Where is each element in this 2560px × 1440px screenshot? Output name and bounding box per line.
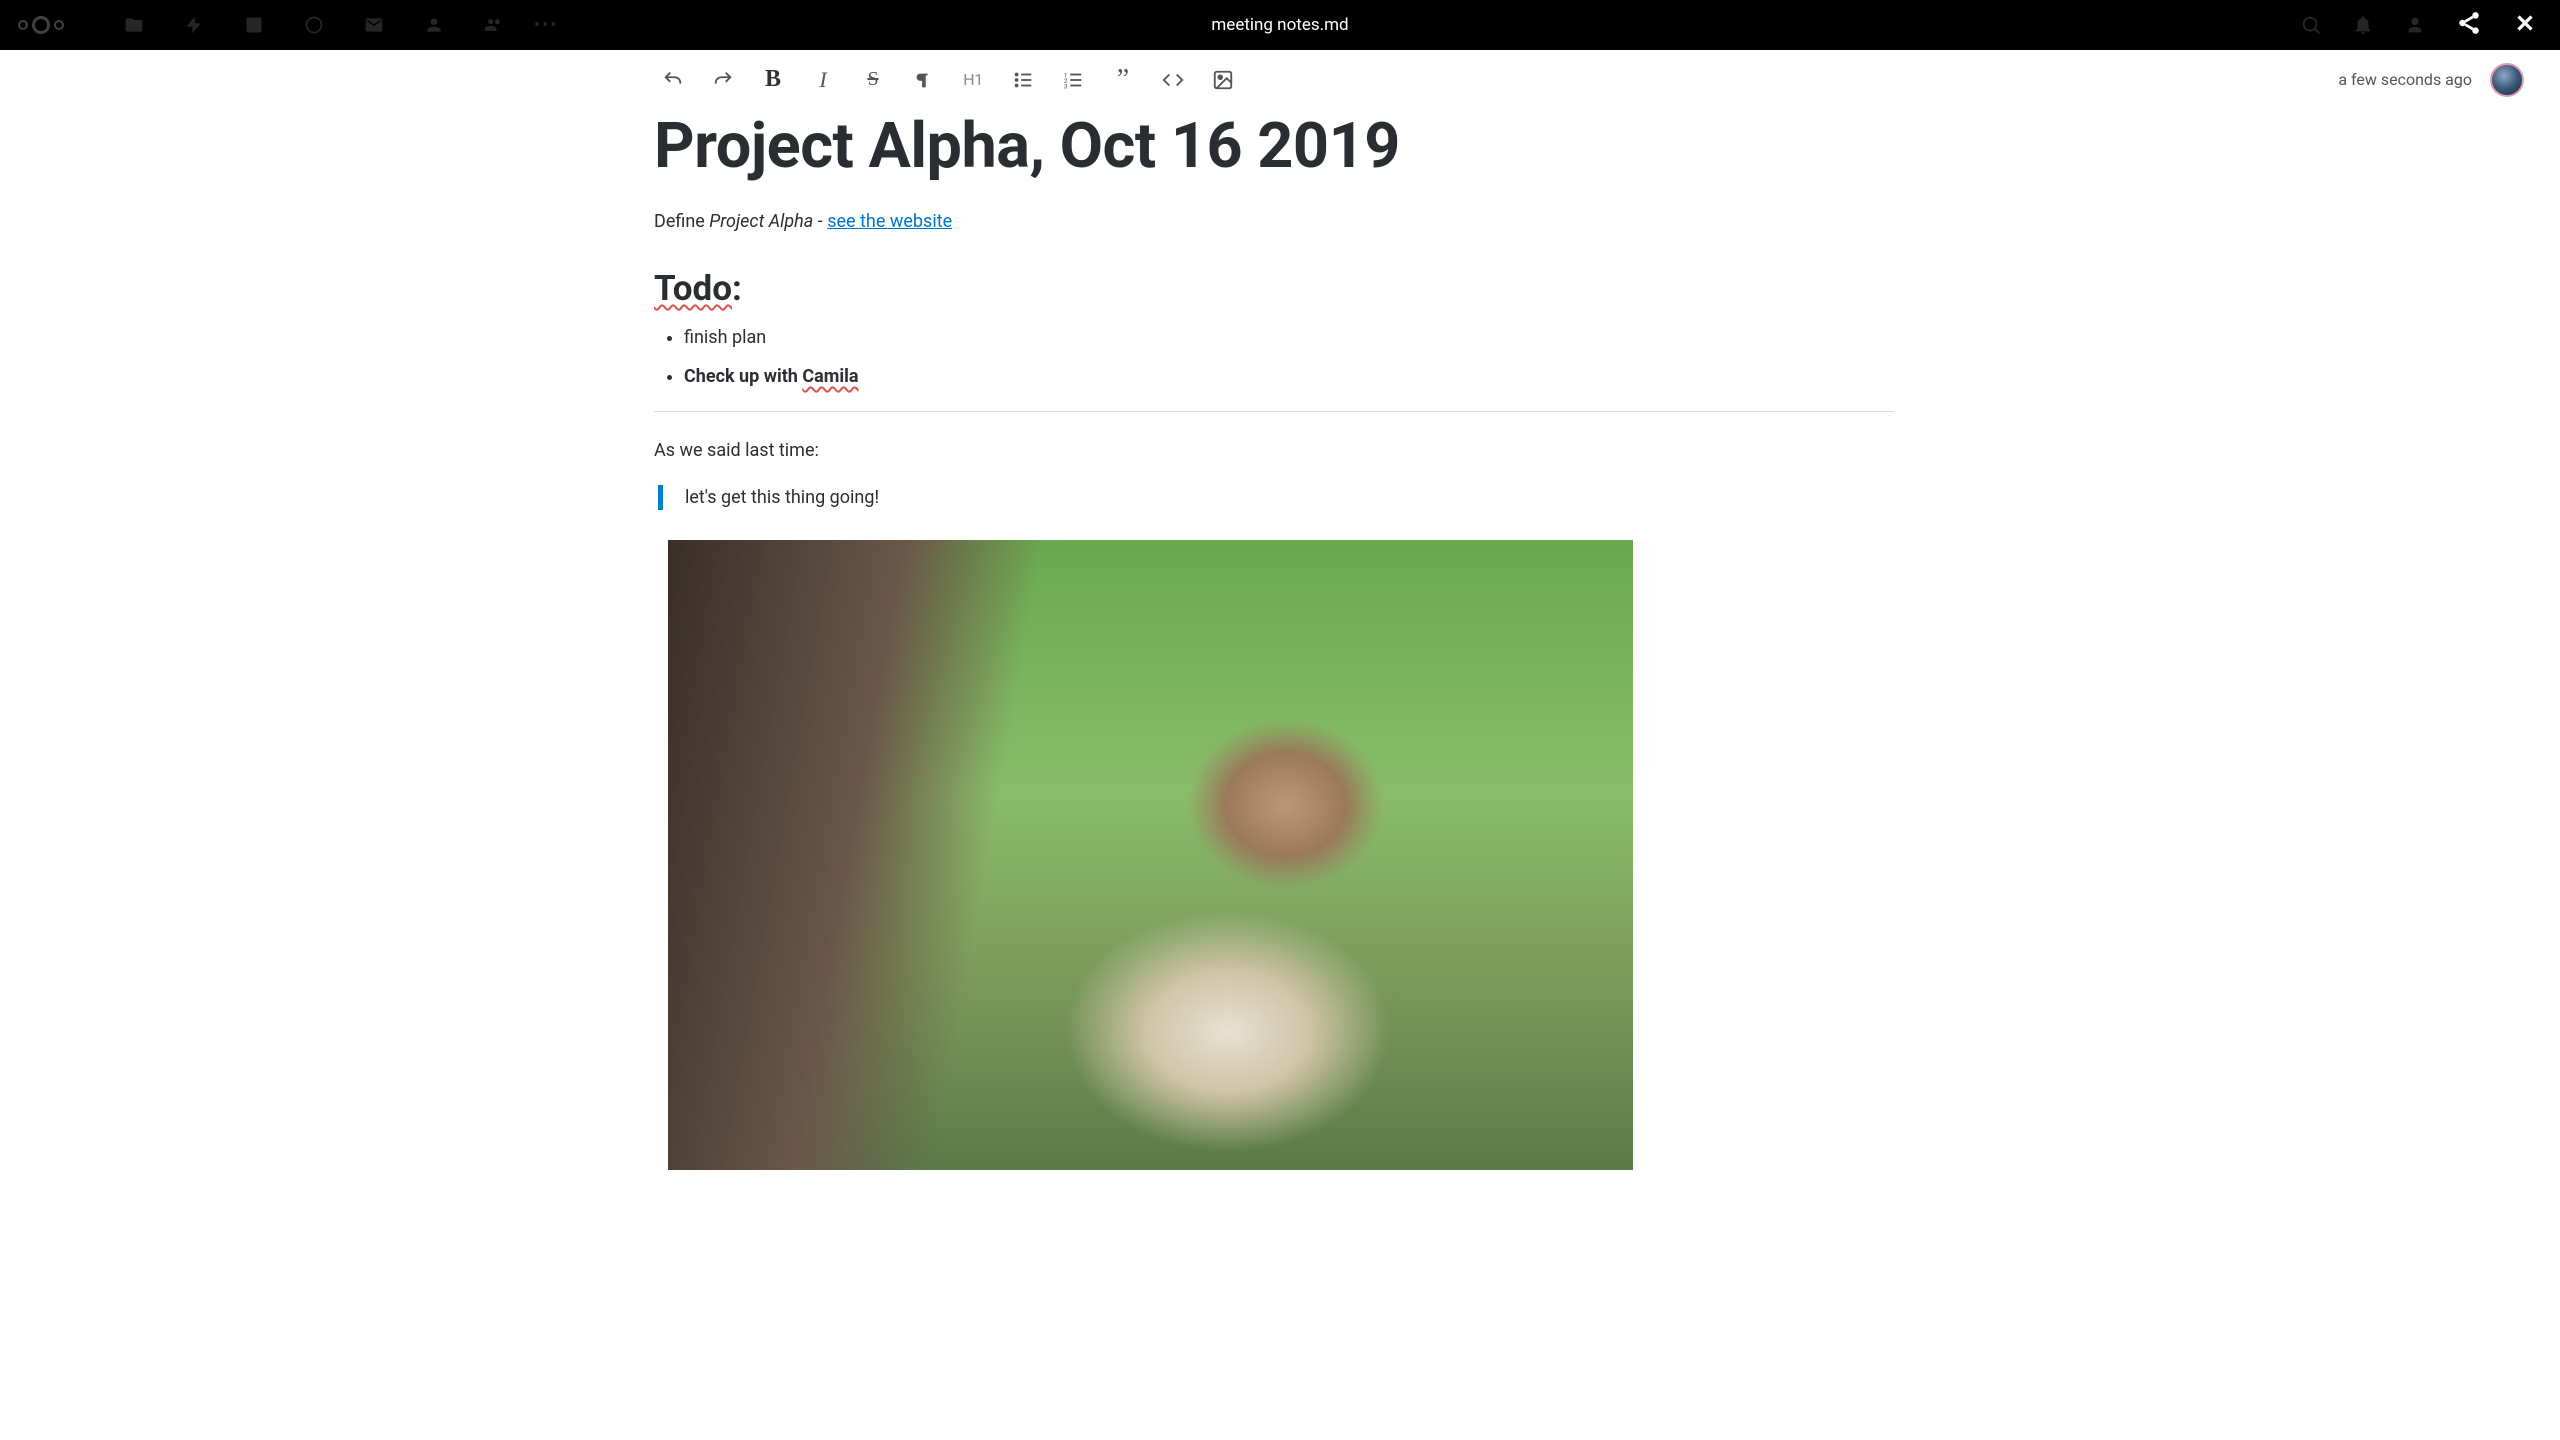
circle-icon[interactable] (304, 15, 324, 35)
svg-text:3: 3 (1064, 82, 1068, 90)
todo-heading[interactable]: Todo: (654, 268, 2500, 309)
intro-sep: - (813, 211, 827, 232)
paragraph-button[interactable] (898, 60, 948, 100)
strikethrough-button[interactable]: S (848, 60, 898, 100)
bold-button[interactable]: B (748, 60, 798, 100)
person-icon[interactable] (424, 15, 444, 35)
blockquote[interactable]: let's get this thing going! (658, 485, 2500, 510)
bell-icon[interactable] (2352, 14, 2374, 36)
intro-link[interactable]: see the website (827, 211, 952, 232)
app-header: ••• meeting notes.md (0, 0, 2560, 50)
nav-app-icons (124, 15, 504, 35)
todo-item[interactable]: finish plan (684, 327, 2500, 348)
embedded-image[interactable] (668, 540, 1633, 1170)
intro-prefix: Define (654, 211, 709, 232)
app-logo[interactable] (18, 16, 64, 34)
redo-button[interactable] (698, 60, 748, 100)
code-button[interactable] (1148, 60, 1198, 100)
todo-item[interactable]: Check up with Camila (684, 366, 2500, 387)
intro-line[interactable]: Define Project Alpha - see the website (654, 211, 2500, 232)
heading-button[interactable]: H1 (948, 60, 998, 100)
paragraph[interactable]: As we said last time: (654, 440, 2500, 461)
todo-heading-word: Todo (654, 268, 732, 309)
todo-heading-suffix: : (732, 268, 742, 309)
gallery-icon[interactable] (244, 15, 264, 35)
editor-toolbar: B I S H1 123 ” a few seconds ago (0, 50, 2560, 110)
close-button[interactable] (2512, 10, 2538, 40)
bullet-list-button[interactable] (998, 60, 1048, 100)
files-icon[interactable] (124, 15, 144, 35)
user-avatar[interactable] (2490, 63, 2524, 97)
save-timestamp: a few seconds ago (2338, 70, 2472, 89)
blockquote-button[interactable]: ” (1098, 60, 1148, 100)
mail-icon[interactable] (364, 15, 384, 35)
share-button[interactable] (2456, 10, 2482, 40)
intro-italic: Project Alpha (709, 211, 813, 232)
horizontal-rule (654, 411, 1894, 412)
contacts-icon[interactable] (484, 15, 504, 35)
nav-more-icon[interactable]: ••• (534, 15, 558, 36)
document-title[interactable]: Project Alpha, Oct 16 2019 (654, 110, 2500, 183)
todo-item-prefix: Check up with (684, 366, 802, 387)
todo-list[interactable]: finish plan Check up with Camila (654, 327, 2500, 387)
contacts-menu-icon[interactable] (2404, 14, 2426, 36)
file-title: meeting notes.md (1211, 15, 1348, 35)
search-icon[interactable] (2300, 14, 2322, 36)
italic-button[interactable]: I (798, 60, 848, 100)
todo-item-spell: Camila (802, 366, 858, 387)
ordered-list-button[interactable]: 123 (1048, 60, 1098, 100)
image-button[interactable] (1198, 60, 1248, 100)
undo-button[interactable] (648, 60, 698, 100)
document-content[interactable]: Project Alpha, Oct 16 2019 Define Projec… (0, 110, 2560, 1170)
activity-icon[interactable] (184, 15, 204, 35)
